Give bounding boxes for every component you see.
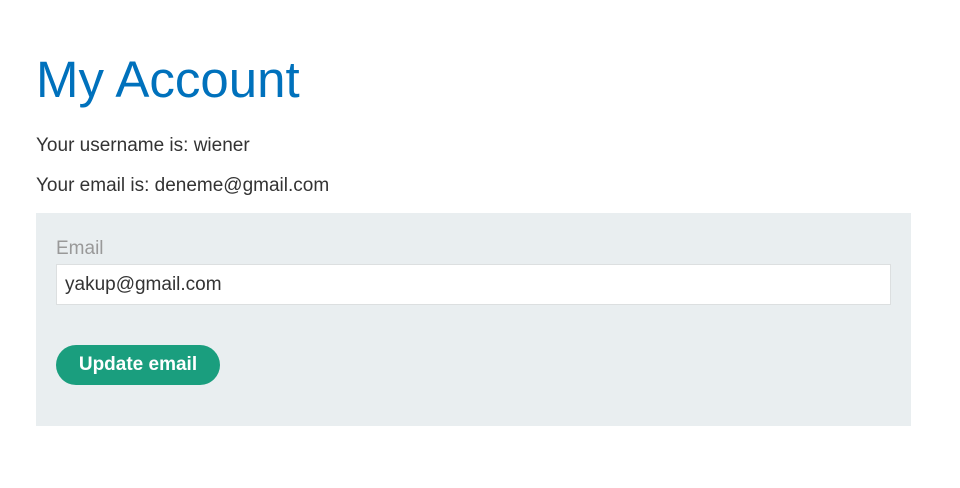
change-email-form [36, 213, 911, 426]
username-text: Your username is: wiener [36, 135, 250, 156]
current-email-text: Your email is: deneme@gmail.com [36, 175, 330, 196]
email-field-label: Email [56, 238, 104, 259]
email-input[interactable] [56, 264, 891, 305]
page-title: My Account [36, 51, 300, 108]
update-email-button[interactable]: Update email [56, 345, 220, 385]
